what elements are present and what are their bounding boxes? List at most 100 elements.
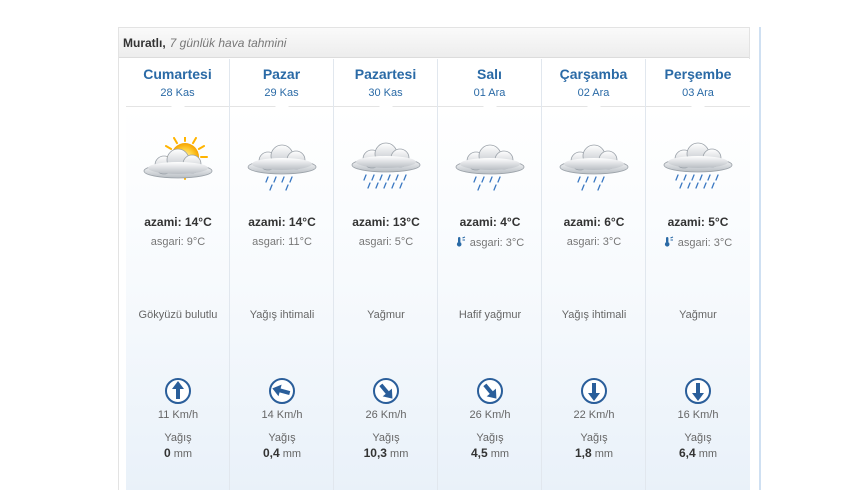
max-temp: azami: 4°C (459, 215, 521, 229)
wind-speed: 11 Km/h (157, 409, 199, 421)
forecast-day-6: Perşembe 03 Ara azami: 5°C asgari: 3°C Y… (646, 59, 750, 490)
forecast-day-1: Cumartesi 28 Kas azami: 14°C asgari: 9°C… (126, 59, 230, 490)
wind-direction-icon (685, 378, 711, 404)
precipitation-amount: 6,4 (678, 446, 696, 460)
min-temp: asgari: 9°C (126, 236, 230, 248)
precipitation-value: 1,8 mm (542, 446, 646, 460)
min-temp: asgari: 5°C (334, 236, 438, 248)
min-temp-text: asgari: 11°C (252, 236, 312, 248)
precipitation-unit: mm (698, 448, 718, 460)
precipitation-amount: 0 (163, 446, 171, 460)
forecast-day-2: Pazar 29 Kas azami: 14°C asgari: 11°C Ya… (230, 59, 334, 490)
day-date: 03 Ara (682, 87, 714, 99)
cloud-light-rain-icon (542, 137, 646, 193)
precipitation-amount: 1,8 (574, 446, 592, 460)
cloud-rain-icon (646, 137, 750, 193)
forecast-day-5: Çarşamba 02 Ara azami: 6°C asgari: 3°C Y… (542, 59, 646, 490)
day-name: Cumartesi (143, 66, 212, 82)
precipitation-label: Yağış (684, 432, 712, 444)
precipitation-value: 10,3 mm (334, 446, 438, 460)
wind-speed: 26 Km/h (469, 409, 511, 421)
weather-description: Yağış ihtimali (561, 309, 627, 321)
min-temp: asgari: 3°C (646, 236, 750, 249)
min-temp: asgari: 11°C (230, 236, 334, 248)
day-details: azami: 14°C asgari: 9°C Gökyüzü bulutlu … (126, 107, 229, 490)
min-temp-text: asgari: 3°C (566, 236, 622, 248)
min-temp-text: asgari: 9°C (150, 236, 206, 248)
cloud-light-rain-icon (438, 137, 542, 193)
max-temp: azami: 14°C (248, 215, 316, 229)
day-details: azami: 4°C asgari: 3°C Hafif yağmur 26 K… (438, 107, 541, 490)
min-temp: asgari: 3°C (542, 236, 646, 248)
cloud-light-rain-icon (230, 137, 334, 193)
max-temp: azami: 6°C (563, 215, 625, 229)
forecast-widget: Muratlı, 7 günlük hava tahmini Cumartesi… (118, 27, 750, 490)
weather-description: Yağış ihtimali (249, 309, 315, 321)
day-header[interactable]: Pazartesi 30 Kas (334, 59, 437, 114)
day-details: azami: 14°C asgari: 11°C Yağış ihtimali … (230, 107, 333, 490)
precipitation-label: Yağış (164, 432, 192, 444)
day-details: azami: 13°C asgari: 5°C Yağmur 26 Km/h Y… (334, 107, 437, 490)
day-date: 02 Ara (577, 87, 610, 99)
partly-cloudy-sun-icon (126, 137, 230, 193)
min-temp-text: asgari: 5°C (358, 236, 414, 248)
day-name: Pazar (262, 66, 301, 82)
forecast-day-4: Salı 01 Ara azami: 4°C asgari: 3°C Hafif… (438, 59, 542, 490)
day-date: 29 Kas (264, 87, 299, 99)
wind-speed: 26 Km/h (365, 409, 407, 421)
max-temp: azami: 5°C (667, 215, 729, 229)
precipitation-amount: 0,4 (262, 446, 280, 460)
day-name: Pazartesi (354, 66, 417, 82)
precipitation-value: 0,4 mm (230, 446, 334, 460)
precipitation-amount: 10,3 (363, 446, 387, 460)
precipitation-value: 4,5 mm (438, 446, 542, 460)
precipitation-amount: 4,5 (470, 446, 488, 460)
precipitation-label: Yağış (268, 432, 296, 444)
precipitation-label: Yağış (372, 432, 400, 444)
forecast-subtitle: 7 günlük hava tahmini (169, 35, 287, 50)
scroll-divider (759, 27, 761, 490)
precipitation-value: 0 mm (126, 446, 230, 460)
day-name: Salı (477, 66, 502, 82)
min-temp: asgari: 3°C (438, 236, 542, 249)
forecast-header: Muratlı, 7 günlük hava tahmini (119, 28, 749, 58)
precipitation-unit: mm (282, 448, 302, 460)
wind-direction-icon (373, 378, 399, 404)
day-date: 30 Kas (368, 87, 403, 99)
day-details: azami: 6°C asgari: 3°C Yağış ihtimali 22… (542, 107, 645, 490)
weather-description: Yağmur (367, 309, 405, 321)
wind-direction-icon (477, 378, 503, 404)
day-header[interactable]: Salı 01 Ara (438, 59, 541, 114)
wind-speed: 22 Km/h (573, 409, 615, 421)
wind-speed: 16 Km/h (677, 409, 719, 421)
weather-description: Hafif yağmur (458, 309, 522, 321)
wind-direction-icon (269, 378, 295, 404)
cloud-rain-icon (334, 137, 438, 193)
max-temp: azami: 14°C (144, 215, 212, 229)
forecast-day-3: Pazartesi 30 Kas azami: 13°C asgari: 5°C… (334, 59, 438, 490)
day-name: Perşembe (664, 66, 732, 82)
wind-speed: 14 Km/h (261, 409, 303, 421)
weather-description: Yağmur (679, 309, 717, 321)
wind-direction-icon (581, 378, 607, 404)
precipitation-unit: mm (490, 448, 510, 460)
day-header[interactable]: Perşembe 03 Ara (646, 59, 750, 114)
precipitation-unit: mm (173, 448, 193, 460)
precipitation-label: Yağış (476, 432, 504, 444)
cold-thermometer-icon (456, 236, 465, 247)
day-header[interactable]: Cumartesi 28 Kas (126, 59, 229, 114)
cold-thermometer-icon (664, 236, 673, 247)
day-header[interactable]: Pazar 29 Kas (230, 59, 333, 114)
precipitation-label: Yağış (580, 432, 608, 444)
precipitation-unit: mm (594, 448, 614, 460)
day-details: azami: 5°C asgari: 3°C Yağmur 16 Km/h Ya… (646, 107, 750, 490)
location-name: Muratlı, (123, 35, 166, 50)
max-temp: azami: 13°C (352, 215, 420, 229)
min-temp-text: asgari: 3°C (469, 237, 525, 249)
precipitation-unit: mm (390, 448, 409, 460)
day-header[interactable]: Çarşamba 02 Ara (542, 59, 645, 114)
weather-description: Gökyüzü bulutlu (138, 309, 218, 321)
day-date: 01 Ara (473, 87, 506, 99)
forecast-days: Cumartesi 28 Kas azami: 14°C asgari: 9°C… (126, 59, 750, 490)
day-name: Çarşamba (559, 66, 628, 82)
